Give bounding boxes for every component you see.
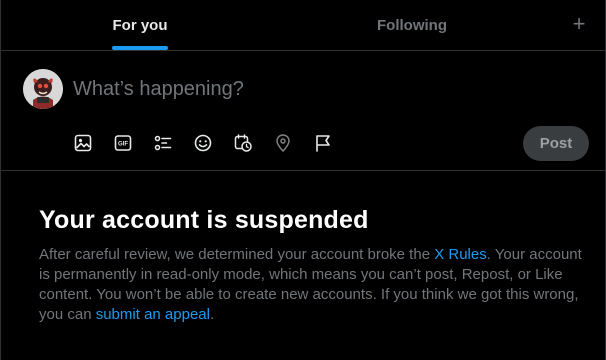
schedule-icon	[234, 134, 252, 152]
gif-icon: GIF	[114, 135, 132, 151]
flag-icon	[316, 135, 330, 152]
tab-for-you-label: For you	[112, 16, 168, 34]
message-text-1: After careful review, we determined your…	[39, 246, 435, 263]
poll-icon	[154, 135, 172, 151]
image-icon	[74, 134, 92, 152]
location-button[interactable]	[269, 129, 297, 157]
avatar-image	[23, 69, 63, 109]
emoji-icon	[194, 134, 212, 152]
tab-following-label: Following	[377, 16, 447, 34]
add-tab-button[interactable]: +	[565, 8, 593, 40]
media-button[interactable]	[69, 129, 97, 157]
message-text-end: .	[209, 306, 215, 323]
avatar[interactable]	[23, 69, 63, 109]
suspension-message: After careful review, we determined your…	[39, 245, 585, 325]
submit-appeal-link[interactable]: submit an appeal	[96, 306, 210, 323]
tab-for-you[interactable]: For you	[29, 0, 251, 50]
composer-toolbar: GIF	[69, 129, 349, 157]
suspension-notice: Your account is suspended After careful …	[39, 205, 585, 325]
gif-button[interactable]: GIF	[109, 129, 137, 157]
tab-following[interactable]: Following	[263, 0, 561, 50]
flag-button[interactable]	[309, 129, 337, 157]
schedule-button[interactable]	[229, 129, 257, 157]
svg-text:GIF: GIF	[118, 142, 128, 148]
active-tab-indicator	[112, 46, 168, 50]
suspension-title: Your account is suspended	[39, 206, 369, 234]
plus-icon: +	[572, 11, 586, 36]
location-icon	[276, 134, 290, 153]
post-button[interactable]: Post	[523, 126, 589, 161]
compose-input[interactable]	[73, 75, 533, 103]
tweet-composer: GIF	[1, 51, 605, 171]
timeline-tabs: For you Following +	[1, 0, 605, 51]
emoji-button[interactable]	[189, 129, 217, 157]
timeline-column: For you Following + What’s happening? GI…	[0, 0, 606, 360]
poll-button[interactable]	[149, 129, 177, 157]
x-rules-link[interactable]: X Rules	[434, 246, 487, 263]
